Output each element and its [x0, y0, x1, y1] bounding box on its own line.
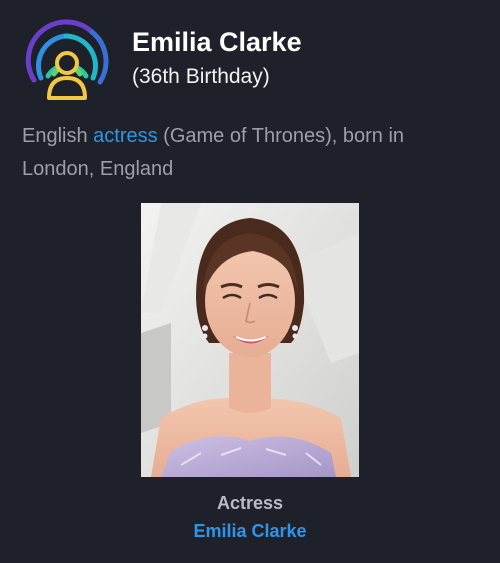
birthday-subtitle: (36th Birthday) — [132, 65, 270, 88]
description-prefix: English — [22, 125, 94, 147]
person-name: Emilia Clarke — [132, 27, 302, 57]
person-broadcast-icon — [25, 19, 109, 100]
person-photo[interactable] — [141, 203, 359, 477]
actress-link[interactable]: actress — [93, 125, 157, 147]
portrait-illustration — [141, 203, 359, 477]
person-description: English actress (Game of Thrones), born … — [22, 120, 472, 186]
photo-caption-role: Actress — [216, 493, 284, 513]
title-block: Emilia Clarke (36th Birthday) — [132, 26, 302, 90]
card-header: Emilia Clarke (36th Birthday) — [22, 18, 302, 106]
birthday-card: Emilia Clarke (36th Birthday) English ac… — [0, 0, 500, 563]
photo-caption-name[interactable]: Emilia Clarke — [0, 521, 500, 542]
